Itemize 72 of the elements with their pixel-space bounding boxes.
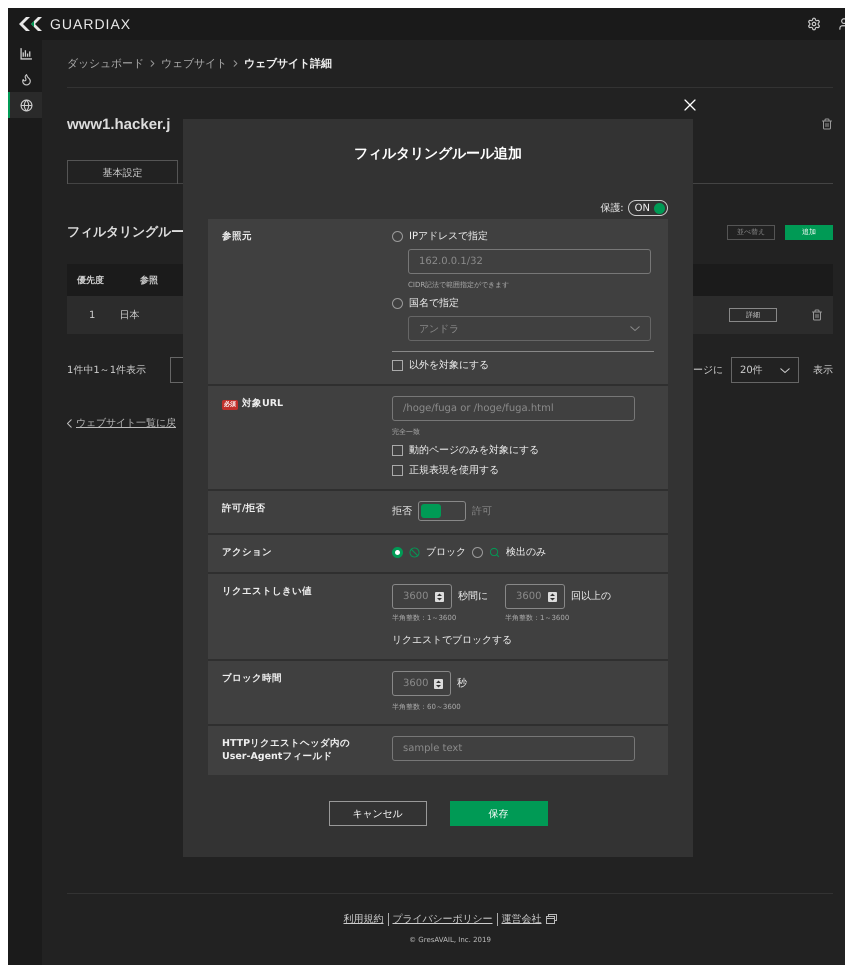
new-window-icon — [546, 914, 556, 924]
table-cell: 1 — [89, 310, 96, 320]
per-page-select[interactable]: 20件 — [731, 357, 799, 383]
field-label: 許可/拒否 — [222, 503, 266, 516]
save-button[interactable]: 保存 — [450, 801, 548, 826]
globe-icon — [20, 98, 32, 112]
chevron-down-icon — [630, 326, 640, 331]
action-radio-option[interactable]: 検出のみ — [472, 545, 546, 559]
action-radio-option[interactable]: ブロック — [392, 545, 466, 559]
column-header: 参照 — [140, 274, 158, 286]
flame-icon — [20, 72, 32, 86]
field-label: ブロック時間 — [222, 672, 282, 686]
ip-radio-option[interactable]: IPアドレスで指定 — [392, 229, 654, 243]
back-link[interactable]: ウェブサイト一覧に戻 — [76, 416, 176, 430]
field-label: 対象URL — [242, 398, 284, 411]
radio-icon[interactable] — [392, 230, 403, 242]
unit-label: 秒間に — [458, 590, 488, 604]
count-field[interactable]: 3600 — [505, 584, 565, 609]
option-checkbox[interactable]: 動的ページのみを対象にする — [392, 443, 654, 457]
unit-label: 秒 — [457, 676, 467, 690]
section-title: フィルタリングルー — [67, 224, 184, 241]
spinner-icon[interactable] — [435, 592, 444, 602]
footer-link[interactable]: プライバシーポリシー — [392, 912, 492, 926]
modal-title: フィルタリングルール追加 — [353, 145, 523, 163]
ip-address-field[interactable]: 162.0.0.1/32 — [408, 249, 651, 274]
trash-icon[interactable] — [811, 309, 823, 321]
deny-label: 拒否 — [392, 504, 412, 518]
chevron-down-icon — [780, 368, 790, 372]
seconds-field[interactable]: 3600 — [392, 584, 452, 609]
threshold-note: リクエストでブロックする — [392, 634, 513, 647]
breadcrumb-link[interactable]: ウェブサイト — [161, 56, 227, 71]
bar-chart-icon — [20, 46, 32, 60]
field-label: 参照元 — [222, 231, 252, 244]
cancel-button[interactable]: キャンセル — [328, 801, 426, 826]
settings-icon[interactable] — [807, 17, 821, 31]
logo-icon — [18, 17, 44, 31]
breadcrumb-link[interactable]: ダッシュボード — [67, 56, 144, 71]
search-icon — [489, 546, 500, 558]
logo-text: GUARDIAX — [50, 16, 132, 32]
sidebar-item[interactable] — [8, 92, 42, 118]
trash-icon[interactable] — [821, 118, 833, 130]
chevron-left-icon — [67, 418, 72, 428]
protection-toggle[interactable]: ON — [628, 200, 668, 216]
exclude-checkbox[interactable]: 以外を対象にする — [392, 358, 654, 372]
country-radio-option[interactable]: 国名で指定 — [392, 296, 654, 310]
url-field[interactable]: /hoge/fuga or /hoge/fuga.html — [392, 396, 635, 421]
unit-label: 回以上の — [571, 590, 611, 604]
footer-link[interactable]: 利用規約 — [344, 912, 384, 926]
user-agent-field[interactable]: sample text — [392, 736, 635, 761]
per-page-label: ージに — [693, 364, 723, 377]
tab[interactable]: 基本設定 — [67, 160, 178, 184]
spinner-icon[interactable] — [434, 678, 443, 689]
per-page-suffix: 表示 — [813, 364, 833, 377]
table-cell-text: 日本 — [119, 308, 140, 322]
allow-deny-toggle[interactable] — [418, 501, 466, 521]
radio-icon[interactable] — [392, 298, 403, 308]
allow-label: 許可 — [472, 504, 492, 518]
field-label: アクション — [222, 547, 272, 560]
radio-icon[interactable] — [472, 546, 483, 558]
option-checkbox[interactable]: 正規表現を使用する — [392, 463, 654, 477]
site-title: www1.hacker.j — [67, 116, 170, 132]
result-count: 1件中1～1件表示 — [67, 364, 146, 377]
field-label: リクエストしきい値 — [222, 586, 312, 599]
duration-field[interactable]: 3600 — [392, 670, 451, 696]
radio-icon[interactable] — [392, 546, 403, 558]
prohibited-icon — [409, 546, 420, 558]
protection-label: 保護: — [600, 202, 624, 215]
spinner-icon[interactable] — [548, 592, 557, 602]
footer-link[interactable]: 運営会社 — [502, 912, 542, 926]
column-header: 優先度 — [77, 274, 104, 286]
field-label: HTTPリクエストヘッダ内の User-Agentフィールド — [222, 738, 350, 764]
breadcrumb-link[interactable]: ウェブサイト詳細 — [244, 56, 332, 71]
